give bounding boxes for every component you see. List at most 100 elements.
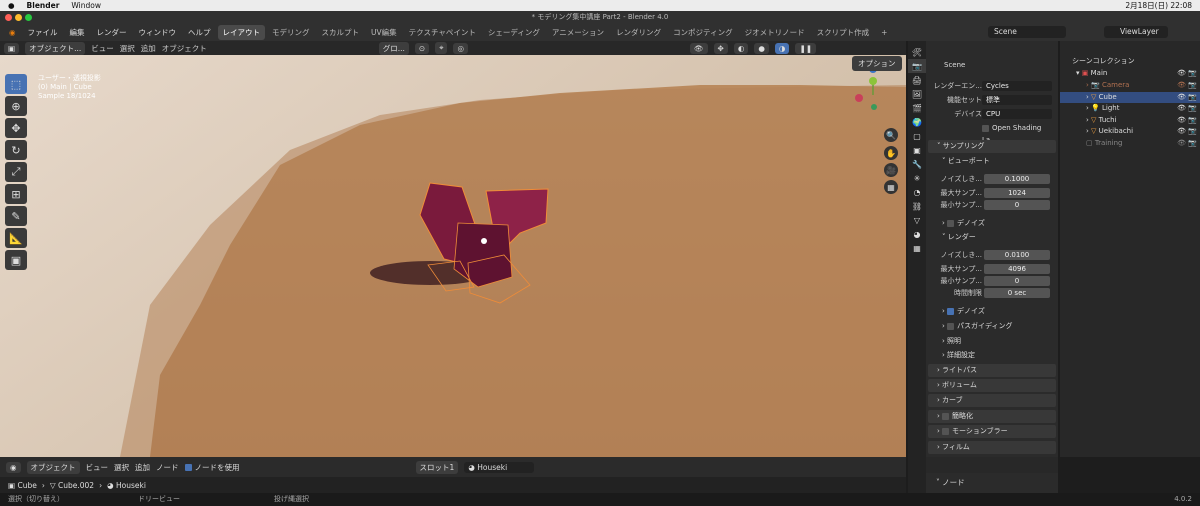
curves-panel[interactable]: › カーブ [928, 394, 1056, 407]
material-tab-icon[interactable]: ◕ [908, 227, 926, 241]
tab-shading[interactable]: シェーディング [483, 25, 545, 40]
select-tool-icon[interactable]: ⬚ [5, 74, 27, 94]
menu-render[interactable]: レンダー [92, 25, 132, 40]
render-subpanel[interactable]: ˅ レンダー [934, 231, 1054, 243]
outliner-item-tuchi[interactable]: › ▽ Tuchi 👁 📷 [1060, 115, 1200, 127]
vp-max-samples-field[interactable]: 1024 [984, 188, 1050, 198]
minimize-window-button[interactable] [15, 14, 22, 21]
vp-noise-field[interactable]: 0.1000 [984, 174, 1050, 184]
render-tab-icon[interactable]: 📷 [908, 59, 926, 73]
tab-uv[interactable]: UV編集 [366, 25, 402, 40]
viewport-options-dropdown[interactable]: オプション [852, 56, 902, 71]
node-editor-type-icon[interactable]: ◉ [6, 461, 21, 473]
tab-animation[interactable]: アニメーション [547, 25, 609, 40]
blender-logo-icon[interactable]: ◉ [4, 26, 21, 39]
tool-tab-icon[interactable]: 🛠 [908, 45, 926, 59]
object-tab-icon[interactable]: ▣ [908, 143, 926, 157]
viewport-menu-view[interactable]: ビュー [91, 43, 114, 54]
viewport-menu-add[interactable]: 追加 [141, 43, 156, 54]
data-tab-icon[interactable]: ▽ [908, 213, 926, 227]
r-min-samples-field[interactable]: 0 [984, 276, 1050, 286]
vp-min-samples-field[interactable]: 0 [984, 200, 1050, 210]
render-engine-dropdown[interactable]: Cycles [982, 81, 1052, 91]
move-tool-icon[interactable]: ✥ [5, 118, 27, 138]
app-menu[interactable]: Blender [27, 1, 60, 10]
particles-tab-icon[interactable]: ✳ [908, 171, 926, 185]
collection-training[interactable]: ▢ Training 👁 📷 [1060, 138, 1200, 150]
film-panel[interactable]: › フィルム [928, 441, 1056, 454]
rotate-tool-icon[interactable]: ↻ [5, 140, 27, 160]
outliner-item-light[interactable]: › 💡 Light 👁 📷 [1060, 103, 1200, 115]
viewport-subpanel[interactable]: ˅ ビューポート [934, 155, 1054, 167]
menu-window[interactable]: ウィンドウ [134, 25, 182, 40]
menu-file[interactable]: ファイル [23, 25, 63, 40]
pivot-icon[interactable]: ⊙ [414, 42, 430, 54]
proportional-edit-icon[interactable]: ◎ [453, 42, 468, 54]
outliner-item-camera[interactable]: › 📷 Camera 👁 📷 [1060, 80, 1200, 92]
apple-icon[interactable]: ● [8, 1, 15, 10]
measure-tool-icon[interactable]: 📐 [5, 228, 27, 248]
transform-orientation-dropdown[interactable]: グロ... [378, 41, 409, 55]
viewport-3d[interactable] [0, 55, 906, 457]
sampling-panel[interactable]: ˅ サンプリング [928, 140, 1056, 153]
node-menu-view[interactable]: ビュー [86, 462, 109, 473]
texture-tab-icon[interactable]: ▦ [908, 241, 926, 255]
tab-sculpt[interactable]: スカルプト [317, 25, 365, 40]
tab-texture-paint[interactable]: テクスチャペイント [404, 25, 481, 40]
volumes-panel[interactable]: › ボリューム [928, 379, 1056, 392]
world-tab-icon[interactable]: 🌍 [908, 115, 926, 129]
viewport-menu-select[interactable]: 選択 [120, 43, 135, 54]
zoom-icon[interactable]: 🔍 [884, 128, 898, 142]
menu-edit[interactable]: 編集 [65, 25, 90, 40]
path-guiding-subpanel[interactable]: › パスガイディング [934, 320, 1054, 332]
simplify-panel[interactable]: › 簡略化 [928, 410, 1056, 423]
node-menu-add[interactable]: 追加 [135, 462, 150, 473]
collection-main[interactable]: ▾ ▣ Main 👁 📷 [1060, 68, 1200, 80]
outliner-item-cube[interactable]: › ▽ Cube 👁 📷 [1060, 91, 1200, 103]
tab-modeling[interactable]: モデリング [267, 25, 315, 40]
pan-hand-icon[interactable]: ✋ [884, 146, 898, 160]
use-nodes-checkbox[interactable]: ノードを使用 [184, 462, 240, 473]
annotate-tool-icon[interactable]: ✎ [5, 206, 27, 226]
r-noise-field[interactable]: 0.0100 [984, 250, 1050, 260]
r-denoise-subpanel[interactable]: › デノイズ [934, 305, 1054, 317]
advanced-subpanel[interactable]: › 詳細設定 [934, 349, 1054, 361]
pause-render-icon[interactable]: ❚❚ [795, 42, 817, 54]
physics-tab-icon[interactable]: ◔ [908, 185, 926, 199]
collection-tab-icon[interactable]: ▢ [908, 129, 926, 143]
tab-geometry-nodes[interactable]: ジオメトリノード [740, 25, 810, 40]
window-menu[interactable]: Window [71, 1, 101, 10]
output-tab-icon[interactable]: 🖨 [908, 73, 926, 87]
editor-type-icon[interactable]: ▣ [4, 42, 20, 54]
cursor-tool-icon[interactable]: ⊕ [5, 96, 27, 116]
shading-rendered-icon[interactable]: ◑ [774, 42, 790, 54]
time-limit-field[interactable]: 0 sec [984, 288, 1050, 298]
node-menu-node[interactable]: ノード [156, 462, 179, 473]
node-menu-select[interactable]: 選択 [114, 462, 129, 473]
tab-compositing[interactable]: コンポジティング [668, 25, 738, 40]
zoom-window-button[interactable] [25, 14, 32, 21]
view-layer-tab-icon[interactable]: 🖼 [908, 87, 926, 101]
modifier-tab-icon[interactable]: 🔧 [908, 157, 926, 171]
viewlayer-selector[interactable]: ViewLayer [1104, 26, 1168, 38]
node-side-panel[interactable]: ˅ ノード [926, 473, 1058, 493]
tab-scripting[interactable]: スクリプト作成 [812, 25, 875, 40]
tab-rendering[interactable]: レンダリング [611, 25, 666, 40]
scale-tool-icon[interactable]: ⤢ [5, 162, 27, 182]
material-field[interactable]: ◕ Houseki [464, 461, 535, 473]
vp-denoise-subpanel[interactable]: › デノイズ [934, 217, 1054, 229]
shading-solid-icon[interactable]: ● [754, 42, 769, 54]
outliner-item-uekibachi[interactable]: › ▽ Uekibachi 👁 📷 [1060, 126, 1200, 138]
close-window-button[interactable] [5, 14, 12, 21]
slot-dropdown[interactable]: スロット1 [415, 460, 459, 474]
visibility-icon[interactable]: 👁 [689, 42, 708, 54]
ortho-grid-icon[interactable]: ▦ [884, 180, 898, 194]
menu-help[interactable]: ヘルプ [183, 25, 216, 40]
viewport-menu-object[interactable]: オブジェクト [162, 43, 207, 54]
add-cube-tool-icon[interactable]: ▣ [5, 250, 27, 270]
device-dropdown[interactable]: CPU [982, 109, 1052, 119]
lights-subpanel[interactable]: › 照明 [934, 335, 1054, 347]
r-max-samples-field[interactable]: 4096 [984, 264, 1050, 274]
node-mode-dropdown[interactable]: オブジェクト [26, 460, 80, 474]
scene-collection[interactable]: シーンコレクション [1060, 56, 1200, 68]
